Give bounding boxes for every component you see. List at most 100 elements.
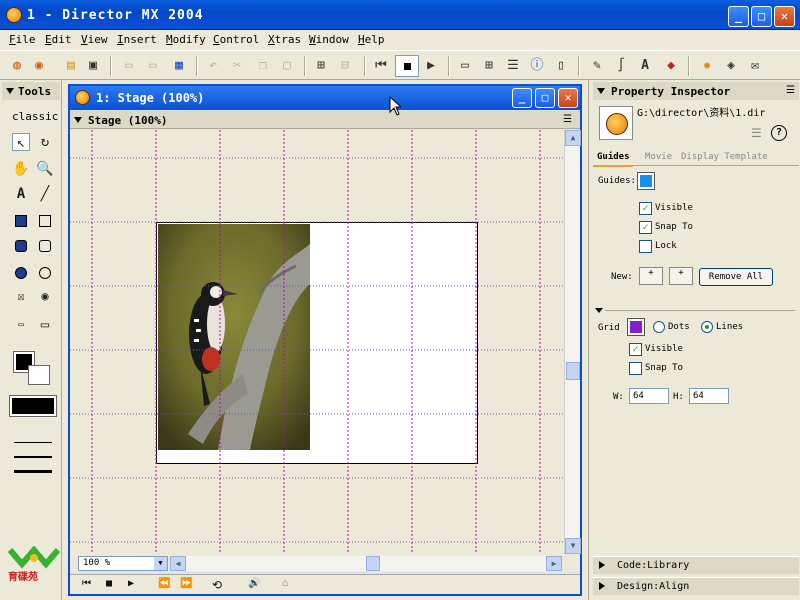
text-icon[interactable]: A: [636, 57, 654, 75]
help-icon[interactable]: ?: [771, 125, 787, 141]
step-back-icon[interactable]: ⏪: [158, 578, 170, 589]
stage-title-bar[interactable]: 1: Stage (100%) _ □ ✕: [70, 86, 580, 110]
collapse-triangle-icon[interactable]: [595, 308, 603, 313]
tools-mode-select[interactable]: classic: [12, 110, 58, 123]
button-tool-icon[interactable]: ▭: [36, 316, 54, 334]
play-icon[interactable]: ▶: [128, 578, 134, 589]
vector-icon[interactable]: ∫: [612, 57, 630, 75]
exchange-icon[interactable]: ⊟: [336, 57, 354, 75]
new-cast-icon[interactable]: ◉: [30, 57, 48, 75]
scroll-left-icon[interactable]: ◀: [170, 556, 186, 571]
guides-visible-checkbox[interactable]: ✓: [639, 202, 652, 215]
paint-icon[interactable]: ✎: [588, 57, 606, 75]
collapse-triangle-icon[interactable]: [597, 88, 605, 94]
stage-maximize-button[interactable]: □: [535, 88, 555, 108]
menu-insert[interactable]: Insert: [117, 33, 157, 46]
info-icon[interactable]: ⓘ: [528, 57, 546, 75]
menu-control[interactable]: Control: [213, 33, 259, 46]
horizontal-scroll-thumb[interactable]: [366, 556, 380, 571]
find-icon[interactable]: ⊞: [312, 57, 330, 75]
script-icon[interactable]: ✹: [698, 57, 716, 75]
tools-header[interactable]: Tools: [2, 82, 60, 100]
filled-round-rect-tool-icon[interactable]: [15, 240, 27, 252]
property-inspector-header[interactable]: Property Inspector ☰: [593, 82, 799, 100]
guides-color-swatch[interactable]: [637, 172, 655, 190]
stage-horizontal-scrollbar[interactable]: ◀ ▶: [170, 556, 562, 571]
shockwave-icon[interactable]: ◆: [662, 57, 680, 75]
ellipse-tool-icon[interactable]: [39, 267, 51, 279]
message-icon[interactable]: ✉: [746, 57, 764, 75]
rotate-tool-icon[interactable]: ↻: [36, 133, 54, 151]
filled-ellipse-tool-icon[interactable]: [15, 267, 27, 279]
minimize-button[interactable]: _: [728, 6, 749, 27]
close-button[interactable]: ✕: [774, 6, 795, 27]
list-view-icon[interactable]: ☰: [751, 126, 762, 140]
checkbox-tool-icon[interactable]: ☒: [12, 287, 30, 305]
field-tool-icon[interactable]: ▭: [12, 316, 30, 334]
line-tool-icon[interactable]: ╱: [36, 185, 54, 203]
options-menu-icon[interactable]: ☰: [786, 85, 795, 96]
guides-lock-checkbox[interactable]: [639, 240, 652, 253]
new-horizontal-guide[interactable]: +: [639, 267, 663, 285]
stop-icon[interactable]: ■: [106, 578, 112, 589]
scroll-right-icon[interactable]: ▶: [546, 556, 562, 571]
grid-snap-checkbox[interactable]: [629, 362, 642, 375]
tab-movie[interactable]: Movie: [645, 152, 672, 162]
rectangle-tool-icon[interactable]: [39, 215, 51, 227]
filled-rectangle-tool-icon[interactable]: [15, 215, 27, 227]
zoom-select[interactable]: 100 % ▼: [78, 556, 168, 571]
maximize-button[interactable]: □: [751, 6, 772, 27]
paste-icon[interactable]: ▢: [278, 57, 296, 75]
code-library-panel[interactable]: Code:Library: [593, 556, 799, 574]
new-movie-icon[interactable]: ◍: [8, 57, 26, 75]
copy-icon[interactable]: ❐: [254, 57, 272, 75]
library-icon[interactable]: ▯: [552, 57, 570, 75]
grid-lines-radio[interactable]: [701, 321, 713, 333]
grid-visible-checkbox[interactable]: ✓: [629, 343, 642, 356]
lock-icon[interactable]: ⌂: [282, 578, 288, 589]
director-app-icon[interactable]: [6, 7, 22, 23]
import-icon[interactable]: ▣: [84, 57, 102, 75]
expand-triangle-icon[interactable]: [599, 582, 605, 590]
menu-modify[interactable]: Modify: [166, 33, 206, 46]
publish-icon[interactable]: ▦: [170, 57, 188, 75]
grid-color-swatch[interactable]: [627, 318, 645, 336]
stage-minimize-button[interactable]: _: [512, 88, 532, 108]
score-icon[interactable]: ☰: [504, 57, 522, 75]
menu-file[interactable]: File: [9, 33, 36, 46]
stage-vertical-scrollbar[interactable]: ▲ ▼: [564, 130, 581, 554]
new-vertical-guide[interactable]: +: [669, 267, 693, 285]
stage-icon[interactable]: ▭: [456, 57, 474, 75]
volume-icon[interactable]: 🔊: [248, 578, 260, 589]
chevron-down-icon[interactable]: ▼: [154, 557, 167, 570]
menu-xtras[interactable]: Xtras: [268, 33, 301, 46]
menu-edit[interactable]: Edit: [45, 33, 72, 46]
line-width-3[interactable]: [14, 470, 52, 473]
vertical-scroll-thumb[interactable]: [566, 362, 580, 380]
grid-height-input[interactable]: 64: [689, 388, 729, 404]
stop-icon[interactable]: [395, 55, 419, 77]
radio-button-tool-icon[interactable]: ◉: [36, 287, 54, 305]
collapse-triangle-icon[interactable]: [74, 117, 82, 123]
arrow-tool-icon[interactable]: ↖: [12, 133, 30, 151]
line-width-1[interactable]: [14, 442, 52, 443]
guides-snap-checkbox[interactable]: ✓: [639, 221, 652, 234]
menu-help[interactable]: Help: [358, 33, 385, 46]
round-rect-tool-icon[interactable]: [39, 240, 51, 252]
remove-all-guides-button[interactable]: Remove All: [699, 268, 773, 286]
step-forward-icon[interactable]: ⏩: [180, 578, 192, 589]
scroll-down-icon[interactable]: ▼: [565, 538, 581, 554]
design-align-panel[interactable]: Design:Align: [593, 577, 799, 595]
text-tool-icon[interactable]: A: [12, 185, 30, 203]
hand-tool-icon[interactable]: ✋: [12, 160, 30, 178]
collapse-triangle-icon[interactable]: [6, 88, 14, 94]
stage-canvas[interactable]: [70, 130, 564, 554]
loop-icon[interactable]: ⟲: [212, 578, 222, 592]
stage-close-button[interactable]: ✕: [558, 88, 578, 108]
tab-display-template[interactable]: Display Template: [681, 152, 768, 162]
grid-dots-radio[interactable]: [653, 321, 665, 333]
pattern-swatch[interactable]: [9, 395, 57, 417]
tab-guides[interactable]: Guides: [597, 152, 630, 162]
save-all-icon[interactable]: ▭: [144, 57, 162, 75]
rewind-icon[interactable]: ⏮: [372, 57, 390, 75]
